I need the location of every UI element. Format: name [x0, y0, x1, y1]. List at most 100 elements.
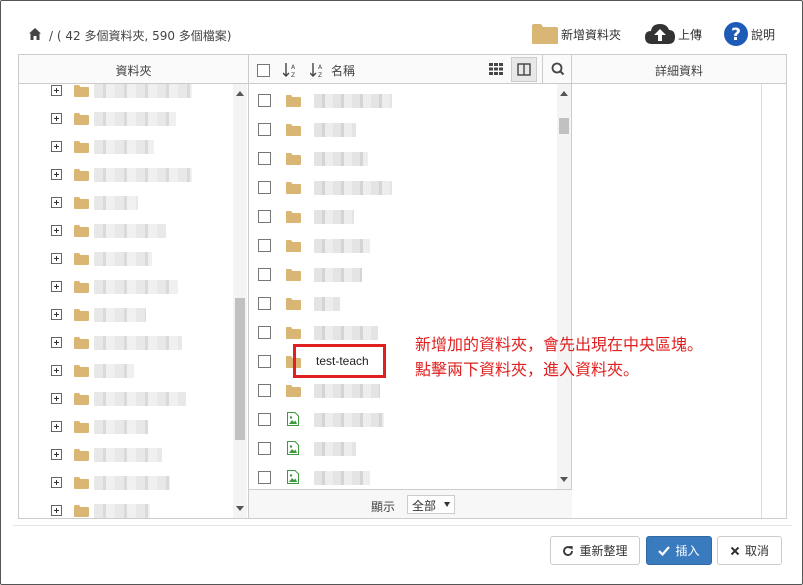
expand-icon[interactable] [51, 309, 62, 320]
help-button[interactable]: ? 說明 [723, 19, 775, 49]
tree-item[interactable] [19, 386, 233, 414]
file-row[interactable] [249, 115, 557, 144]
tree-item[interactable] [19, 106, 233, 134]
row-checkbox[interactable] [258, 471, 271, 484]
file-row[interactable] [249, 260, 557, 289]
file-row[interactable] [249, 202, 557, 231]
file-row[interactable] [249, 86, 557, 115]
file-row[interactable] [249, 463, 557, 489]
row-checkbox[interactable] [258, 181, 271, 194]
expand-icon[interactable] [51, 169, 62, 180]
scrollbar-thumb[interactable] [559, 118, 569, 134]
tree-item-label-redacted [94, 364, 134, 378]
tree-item[interactable] [19, 414, 233, 442]
row-checkbox[interactable] [258, 239, 271, 252]
file-row[interactable] [249, 231, 557, 260]
tree-item[interactable] [19, 162, 233, 190]
tree-item[interactable] [19, 358, 233, 386]
upload-label: 上傳 [678, 27, 703, 42]
tree-item[interactable] [19, 246, 233, 274]
expand-icon[interactable] [51, 449, 62, 460]
name-column-header[interactable]: 名稱 [331, 62, 355, 79]
file-row[interactable] [249, 173, 557, 202]
tree-item-label-redacted [94, 392, 186, 406]
home-icon[interactable] [28, 27, 42, 41]
folder-tree-scrollbar[interactable] [233, 84, 247, 518]
scroll-up-arrow-icon[interactable] [560, 91, 568, 96]
refresh-button[interactable]: 重新整理 [550, 536, 640, 565]
row-checkbox[interactable] [258, 442, 271, 455]
expand-icon[interactable] [51, 365, 62, 376]
row-checkbox[interactable] [258, 268, 271, 281]
details-title: 詳細資料 [654, 64, 703, 78]
footer-divider [13, 525, 792, 526]
search-button[interactable] [542, 55, 572, 84]
expand-icon[interactable] [51, 281, 62, 292]
expand-icon[interactable] [51, 141, 62, 152]
breadcrumb-path: / ( 42 多個資料夾, 590 多個檔案) [49, 29, 232, 43]
expand-icon[interactable] [51, 393, 62, 404]
image-file-icon [287, 441, 299, 455]
insert-button[interactable]: 插入 [646, 536, 712, 565]
expand-icon[interactable] [51, 477, 62, 488]
folder-icon [286, 124, 301, 136]
new-folder-button[interactable]: 新增資料夾 [531, 19, 621, 49]
scroll-down-arrow-icon[interactable] [236, 506, 244, 511]
row-checkbox[interactable] [258, 413, 271, 426]
expand-icon[interactable] [51, 337, 62, 348]
row-checkbox[interactable] [258, 355, 271, 368]
expand-icon[interactable] [51, 421, 62, 432]
cancel-button[interactable]: 取消 [717, 536, 782, 565]
tree-item[interactable] [19, 218, 233, 246]
check-icon [658, 545, 671, 556]
row-checkbox[interactable] [258, 326, 271, 339]
tree-item-label-redacted [94, 336, 182, 350]
scroll-down-arrow-icon[interactable] [560, 477, 568, 482]
tree-item[interactable] [19, 442, 233, 470]
tree-item[interactable] [19, 134, 233, 162]
display-filter-select[interactable]: 全部 [407, 495, 455, 514]
file-list-scrollbar[interactable] [557, 84, 571, 489]
file-row[interactable] [249, 144, 557, 173]
folder-icon [286, 211, 301, 223]
row-checkbox[interactable] [258, 210, 271, 223]
select-all-checkbox[interactable] [257, 64, 270, 77]
upload-button[interactable]: 上傳 [644, 19, 702, 49]
tree-item[interactable] [19, 470, 233, 498]
sort-name-az-icon[interactable]: A Z [310, 62, 324, 78]
tree-item[interactable] [19, 498, 233, 518]
file-row[interactable] [249, 434, 557, 463]
annotation-line-1: 新增加的資料夾，會先出現在中央區塊。 [415, 335, 704, 354]
file-name-redacted [314, 297, 340, 311]
folder-icon [74, 113, 89, 125]
image-file-icon [287, 412, 299, 426]
folder-icon [286, 182, 301, 194]
file-row[interactable] [249, 405, 557, 434]
tree-item[interactable] [19, 274, 233, 302]
sort-az-icon[interactable]: A Z [283, 62, 297, 78]
tree-item-label-redacted [94, 504, 150, 518]
row-checkbox[interactable] [258, 297, 271, 310]
expand-icon[interactable] [51, 225, 62, 236]
scroll-up-arrow-icon[interactable] [236, 91, 244, 96]
expand-icon[interactable] [51, 505, 62, 516]
row-checkbox[interactable] [258, 123, 271, 136]
expand-icon[interactable] [51, 113, 62, 124]
tree-item[interactable] [19, 302, 233, 330]
tree-item[interactable] [19, 330, 233, 358]
file-name-redacted [314, 181, 392, 195]
expand-icon[interactable] [51, 197, 62, 208]
close-icon [730, 546, 740, 556]
row-checkbox[interactable] [258, 94, 271, 107]
expand-icon[interactable] [51, 253, 62, 264]
columns-view-button[interactable] [511, 57, 537, 82]
tree-item[interactable] [19, 190, 233, 218]
tree-item[interactable] [19, 84, 233, 106]
scrollbar-thumb[interactable] [235, 298, 245, 440]
details-divider [761, 84, 762, 518]
row-checkbox[interactable] [258, 152, 271, 165]
grid-view-icon[interactable] [488, 62, 504, 76]
file-row[interactable] [249, 289, 557, 318]
row-checkbox[interactable] [258, 384, 271, 397]
expand-icon[interactable] [51, 85, 62, 96]
